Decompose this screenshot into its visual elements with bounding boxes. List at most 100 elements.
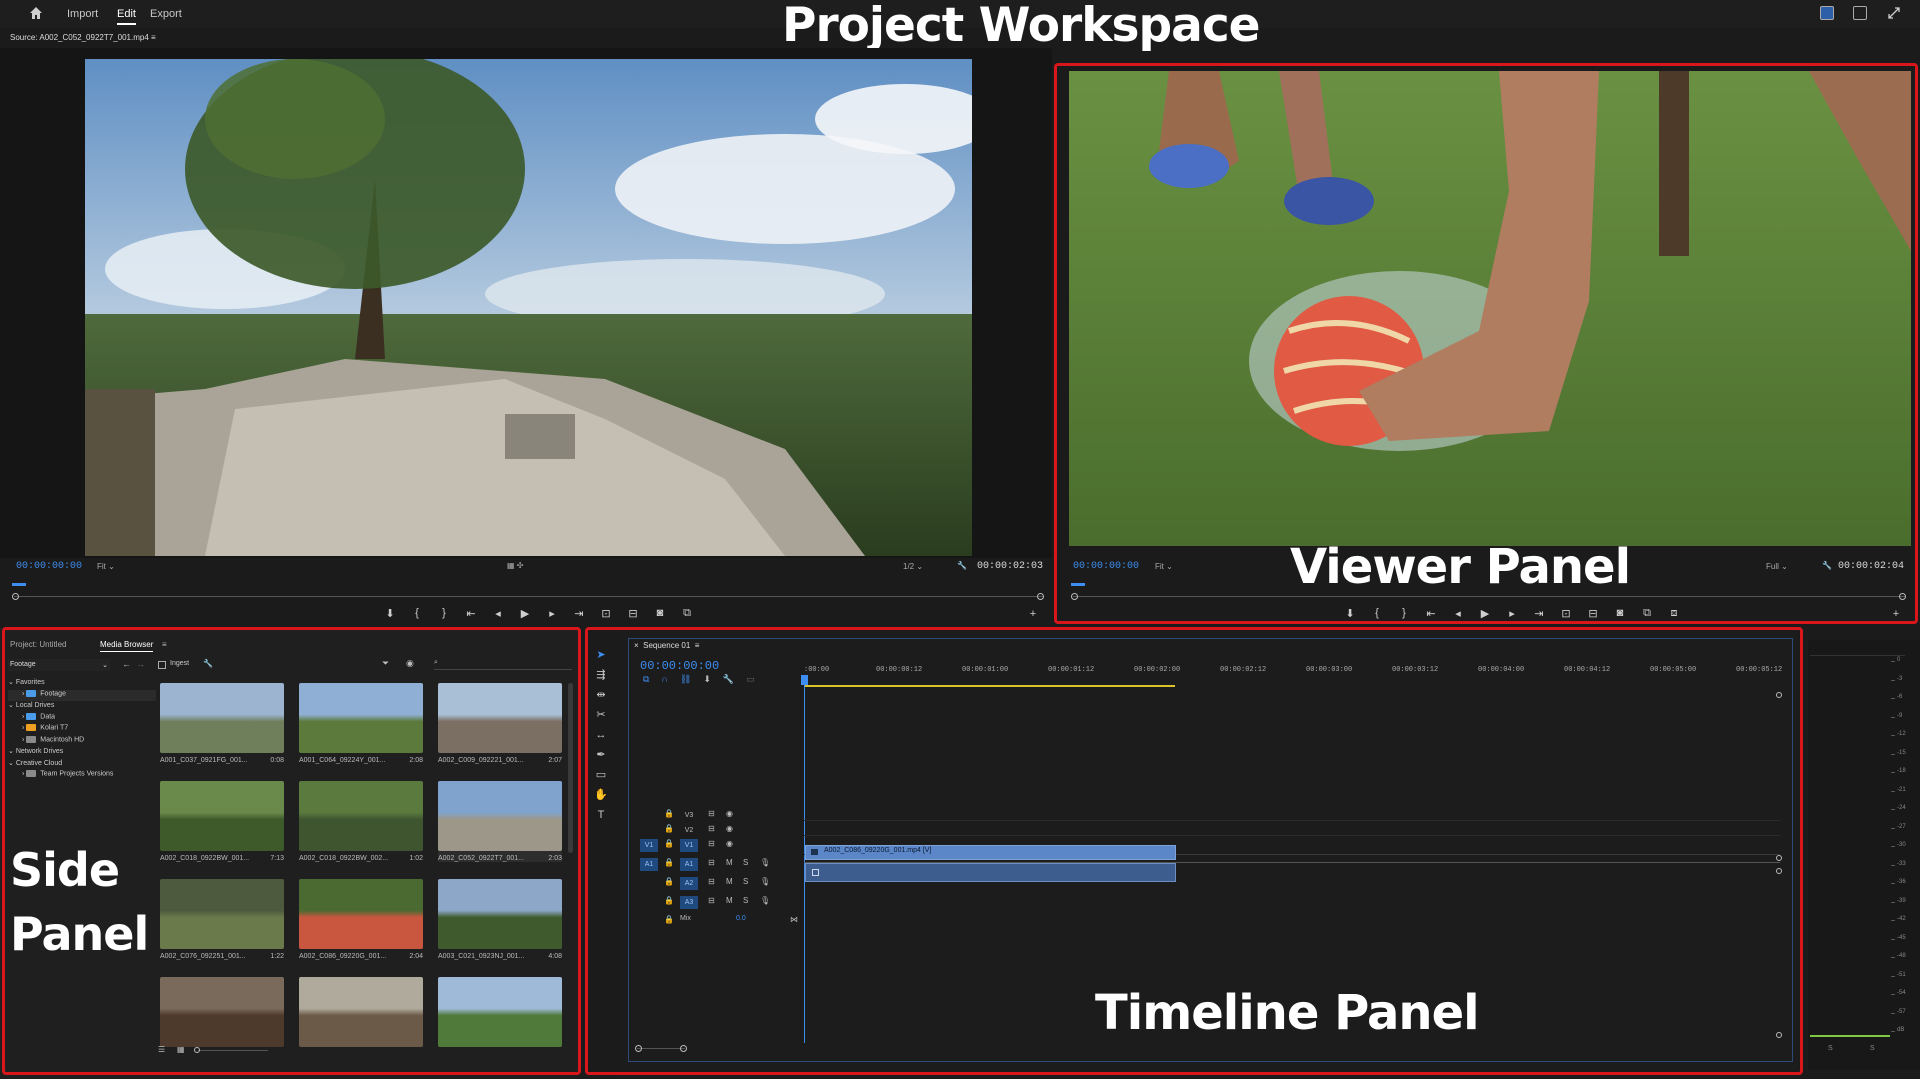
tree-item[interactable]: › Kolari T7 (8, 724, 156, 736)
marker-icon[interactable]: ⬇ (1343, 607, 1357, 620)
source-playhead[interactable] (12, 583, 26, 586)
tree-item[interactable]: › Footage (8, 689, 156, 701)
mark-in-icon[interactable]: { (410, 607, 424, 620)
media-thumbnail[interactable]: A001_C037_0921FG_001... 0:08 (160, 683, 284, 764)
lock-icon[interactable]: 🔒 (664, 858, 674, 867)
mute-button[interactable]: M (726, 877, 733, 886)
horizontal-zoom-bar[interactable] (637, 1048, 685, 1049)
nav-import[interactable]: Import (67, 8, 98, 20)
compare-icon[interactable]: ⧉ (680, 607, 694, 620)
fullscreen-icon[interactable] (1887, 6, 1901, 20)
lock-icon[interactable]: 🔒 (664, 824, 674, 833)
program-scrub-bar[interactable] (1073, 596, 1906, 597)
add-button-icon[interactable]: + (1026, 608, 1040, 620)
go-to-out-icon[interactable]: ⇥ (572, 607, 586, 620)
source-zoom-select[interactable]: Fit ⌄ (97, 562, 115, 571)
chevron-down-icon[interactable]: ⌄ (8, 679, 16, 686)
forward-arrow-icon[interactable]: → (136, 659, 145, 669)
source-monitor-tab[interactable]: Source: A002_C052_0922T7_001.mp4 ≡ (10, 33, 156, 42)
thumbnail-zoom-slider[interactable] (198, 1050, 268, 1051)
back-arrow-icon[interactable]: ← (122, 659, 131, 669)
captions-icon[interactable]: ▭ (746, 674, 755, 685)
drag-video-icon[interactable]: ▦ ✣ (507, 561, 523, 570)
chevron-down-icon[interactable]: ⌄ (8, 760, 16, 767)
list-view-icon[interactable]: ☰ (158, 1045, 165, 1054)
track-label-a3[interactable]: A3 (680, 896, 698, 909)
sync-lock-icon[interactable]: ⊟ (708, 824, 715, 833)
sync-lock-icon[interactable]: ⊟ (708, 877, 715, 886)
track-label-a2[interactable]: A2 (680, 877, 698, 890)
tree-item[interactable]: › Macintosh HD (8, 735, 156, 748)
marker-icon[interactable]: ⬇ (383, 607, 397, 620)
sync-lock-icon[interactable]: ⊟ (708, 809, 715, 818)
panel-menu-icon[interactable]: ≡ (151, 33, 156, 42)
wrench-icon[interactable]: 🔧 (723, 674, 734, 685)
program-resolution-select[interactable]: Full ⌄ (1766, 562, 1788, 571)
solo-button[interactable]: S (743, 877, 748, 886)
lock-icon[interactable]: 🔒 (664, 877, 674, 886)
source-patch-v1[interactable]: V1 (640, 839, 658, 852)
tree-item[interactable]: ⌄ Local Drives (8, 701, 156, 713)
solo-button[interactable]: S (743, 858, 748, 867)
snap-icon[interactable]: ∩ (661, 674, 667, 685)
step-forward-icon[interactable]: ▸ (545, 607, 559, 620)
media-thumbnail[interactable] (438, 977, 562, 1047)
linked-selection-icon[interactable]: ⛓ (680, 674, 691, 685)
wrench-icon[interactable]: 🔧 (957, 561, 967, 570)
filter-icon[interactable]: ⏷ (382, 658, 389, 669)
share-icon[interactable] (1853, 6, 1867, 20)
insert-icon[interactable]: ⊡ (599, 607, 613, 620)
mute-button[interactable]: M (726, 858, 733, 867)
mark-out-icon[interactable]: } (1397, 607, 1411, 620)
location-dropdown[interactable]: Footage ⌄ (8, 659, 110, 671)
vertical-zoom-audio[interactable] (1776, 868, 1782, 874)
chevron-down-icon[interactable]: ⌄ (8, 702, 16, 709)
media-thumbnail[interactable]: A002_C018_0922BW_001... 7:13 (160, 781, 284, 862)
mix-value[interactable]: 0.0 (736, 915, 746, 922)
panel-menu-icon[interactable]: ≡ (162, 640, 167, 649)
go-to-out-icon[interactable]: ⇥ (1532, 607, 1546, 620)
media-thumbnail[interactable] (299, 977, 423, 1047)
extract-icon[interactable]: ⊟ (1586, 607, 1600, 620)
microphone-icon[interactable]: 🎙 (760, 858, 770, 867)
solo-button[interactable]: S (743, 896, 748, 905)
play-icon[interactable]: ▶ (1478, 607, 1492, 620)
nest-icon[interactable]: ⧉ (643, 674, 649, 685)
work-area-bar[interactable] (805, 685, 1175, 687)
video-clip[interactable]: A002_C086_09220G_001.mp4 [V] (805, 845, 1176, 860)
add-marker-icon[interactable]: ⬇ (703, 674, 711, 685)
sequence-tab[interactable]: × Sequence 01 ≡ (634, 641, 699, 650)
tree-item[interactable]: ⌄ Network Drives (8, 747, 156, 759)
step-forward-icon[interactable]: ▸ (1505, 607, 1519, 620)
sync-lock-icon[interactable]: ⊟ (708, 896, 715, 905)
ingest-checkbox[interactable] (158, 661, 166, 669)
lift-icon[interactable]: ⊡ (1559, 607, 1573, 620)
eye-icon[interactable]: ◉ (726, 809, 733, 818)
tree-item[interactable]: ⌄ Creative Cloud (8, 759, 156, 771)
source-scrub-bar[interactable] (14, 596, 1044, 597)
time-ruler[interactable]: :00:00 00:00:00:12 00:00:01:00 00:00:01:12 0… (804, 666, 1782, 680)
mix-end-icon[interactable]: ⋈ (790, 915, 798, 924)
zoom-handle-right[interactable] (1899, 593, 1906, 600)
panel-menu-icon[interactable]: ≡ (695, 641, 700, 650)
tree-item[interactable]: › Data (8, 712, 156, 725)
track-label-v1[interactable]: V1 (680, 839, 698, 852)
workspaces-icon[interactable] (1820, 6, 1834, 20)
track-label-a1[interactable]: A1 (680, 858, 698, 871)
thumbnail-scrollbar[interactable] (568, 683, 573, 853)
mark-out-icon[interactable]: } (437, 607, 451, 620)
media-thumbnail[interactable]: A002_C009_092221_001... 2:07 (438, 683, 562, 764)
track-divider[interactable] (804, 862, 1780, 863)
play-icon[interactable]: ▶ (518, 607, 532, 620)
program-timecode[interactable]: 00:00:00:00 (1073, 561, 1139, 572)
zoom-handle-left[interactable] (12, 593, 19, 600)
source-timecode[interactable]: 00:00:00:00 (16, 561, 82, 572)
tab-media-browser[interactable]: Media Browser (100, 640, 154, 652)
program-zoom-select[interactable]: Fit ⌄ (1155, 562, 1173, 571)
lock-icon[interactable]: 🔒 (664, 839, 674, 848)
wrench-icon[interactable]: 🔧 (203, 659, 213, 668)
media-thumbnail[interactable]: A002_C086_09220G_001... 2:04 (299, 879, 423, 960)
solo-right-button[interactable]: S (1870, 1045, 1875, 1052)
solo-left-button[interactable]: S (1828, 1045, 1833, 1052)
close-icon[interactable]: × (634, 641, 639, 650)
